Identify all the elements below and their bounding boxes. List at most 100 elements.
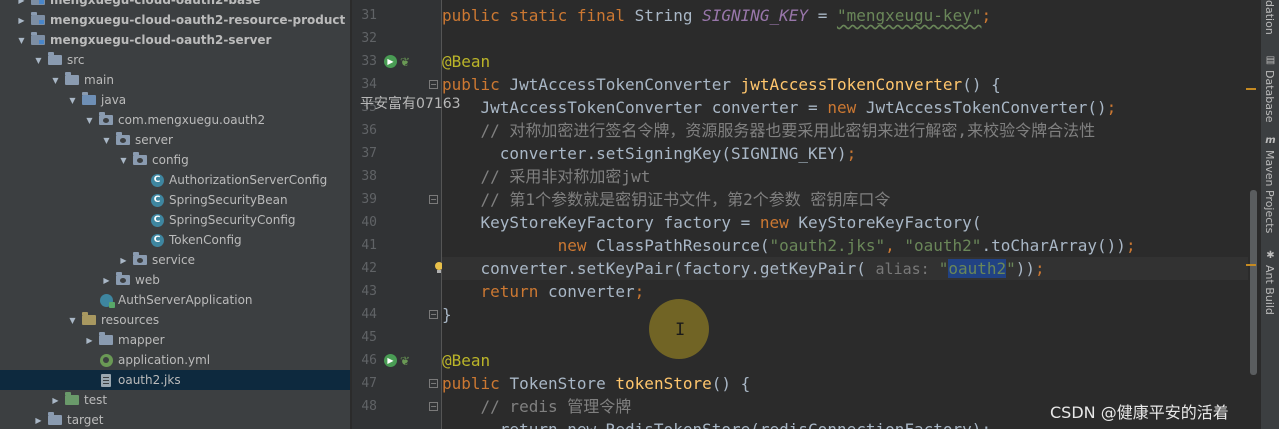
- collapse-arrow-icon[interactable]: ▶: [49, 396, 62, 405]
- tree-item[interactable]: oauth2.jks: [0, 370, 350, 390]
- package-folder-icon: [98, 112, 114, 127]
- tree-item[interactable]: C SpringSecurityConfig: [0, 210, 350, 230]
- run-gutter-icon[interactable]: ▶: [384, 55, 397, 68]
- code-line-38: // 采用非对称加密jwt: [442, 167, 651, 186]
- scrollbar-thumb[interactable]: [1250, 190, 1257, 375]
- collapse-arrow-icon[interactable]: ▶: [32, 416, 45, 425]
- maven-icon[interactable]: m: [1265, 135, 1276, 146]
- tree-item-label: AuthServerApplication: [118, 293, 253, 307]
- line-number: 42: [361, 261, 377, 276]
- editor-scrollbar[interactable]: [1248, 0, 1260, 429]
- tool-tab-maven[interactable]: Maven Projects: [1263, 150, 1276, 233]
- code-line-35: JwtAccessTokenConverter converter = new …: [442, 98, 1117, 117]
- source-folder-icon: [81, 92, 97, 107]
- tree-item-label: target: [67, 413, 104, 427]
- tree-item[interactable]: ▶ mapper: [0, 330, 350, 350]
- ant-icon[interactable]: ✱: [1265, 250, 1276, 261]
- database-icon[interactable]: ▤: [1265, 55, 1276, 66]
- project-tree: ▶ mengxuegu-cloud-oauth2-base ▶ mengxuegu-c…: [0, 0, 350, 429]
- bean-gutter-icons[interactable]: ▶ ❦: [384, 349, 410, 372]
- collapse-arrow-icon[interactable]: ▶: [83, 336, 96, 345]
- tree-item-label: resources: [101, 313, 160, 327]
- resources-folder-icon: [81, 312, 97, 327]
- text-selection: oauth2: [948, 259, 1007, 278]
- tree-item-label: mengxuegu-cloud-oauth2-server: [50, 33, 272, 47]
- run-gutter-icon[interactable]: ▶: [384, 354, 397, 367]
- collapse-arrow-icon[interactable]: ▶: [100, 276, 113, 285]
- tree-item[interactable]: ▼ resources: [0, 310, 350, 330]
- collapse-arrow-icon[interactable]: ▶: [117, 256, 130, 265]
- tree-item[interactable]: ▼ server: [0, 130, 350, 150]
- fold-expand-icon[interactable]: −: [429, 310, 438, 319]
- spring-bean-icon[interactable]: ❦: [400, 354, 410, 368]
- line-number: 37: [361, 146, 377, 161]
- collapse-arrow-icon[interactable]: ▶: [15, 16, 28, 25]
- code-line-36: // 对称加密进行签名令牌，资源服务器也要采用此密钥来进行解密,来校验令牌合法性: [442, 121, 1096, 140]
- spring-bean-icon[interactable]: ❦: [400, 55, 410, 69]
- expand-arrow-icon[interactable]: ▼: [66, 96, 79, 105]
- expand-arrow-icon[interactable]: ▼: [32, 56, 45, 65]
- folder-icon: [64, 72, 80, 87]
- folder-icon: [98, 332, 114, 347]
- code-line-44: }: [442, 305, 452, 324]
- line-number: 40: [361, 215, 377, 230]
- code-line-37: converter.setSigningKey(SIGNING_KEY);: [442, 144, 857, 163]
- code-line-39: // 第1个参数就是密钥证书文件，第2个参数 密钥库口令: [442, 190, 891, 209]
- expand-arrow-icon[interactable]: ▼: [117, 156, 130, 165]
- fold-collapse-icon[interactable]: −: [429, 379, 438, 388]
- expand-arrow-icon[interactable]: ▼: [49, 76, 62, 85]
- line-number: 48: [361, 399, 377, 414]
- tree-item-label: java: [101, 93, 127, 107]
- tree-item-label: application.yml: [118, 353, 211, 367]
- tree-item[interactable]: ▼ mengxuegu-cloud-oauth2-server: [0, 30, 350, 50]
- tree-item-label: com.mengxuegu.oauth2: [118, 113, 266, 127]
- tree-item-label: mengxuegu-cloud-oauth2-base: [50, 0, 261, 7]
- tree-item[interactable]: ▼ com.mengxuegu.oauth2: [0, 110, 350, 130]
- tree-item[interactable]: ▼ src: [0, 50, 350, 70]
- expand-arrow-icon[interactable]: ▼: [100, 136, 113, 145]
- tree-item[interactable]: ▼ java: [0, 90, 350, 110]
- tree-item[interactable]: ▶ mengxuegu-cloud-oauth2-base: [0, 0, 350, 10]
- fold-collapse-icon[interactable]: −: [429, 402, 438, 411]
- line-number: 38: [361, 169, 377, 184]
- tree-item[interactable]: ▶ web: [0, 270, 350, 290]
- code-line-34: public JwtAccessTokenConverter jwtAccess…: [442, 75, 1001, 94]
- tree-item[interactable]: application.yml: [0, 350, 350, 370]
- tree-item[interactable]: C AuthorizationServerConfig: [0, 170, 350, 190]
- code-line-48: // redis 管理令牌: [442, 397, 632, 416]
- tool-tab-database[interactable]: Database: [1263, 70, 1276, 123]
- code-line-47: public TokenStore tokenStore() {: [442, 374, 751, 393]
- package-folder-icon: [132, 252, 148, 267]
- code-line-46: @Bean: [442, 351, 491, 370]
- tree-item[interactable]: ▶ mengxuegu-cloud-oauth2-resource-product: [0, 10, 350, 30]
- tree-item[interactable]: ▶ target: [0, 410, 350, 429]
- expand-arrow-icon[interactable]: ▼: [15, 36, 28, 45]
- tree-item-label: SpringSecurityConfig: [169, 213, 296, 227]
- fold-collapse-icon[interactable]: −: [429, 80, 438, 89]
- tree-item-label: main: [84, 73, 114, 87]
- spring-boot-class-icon: [98, 293, 115, 308]
- tree-item[interactable]: ▶ service: [0, 250, 350, 270]
- tree-item[interactable]: AuthServerApplication: [0, 290, 350, 310]
- module-folder-icon: [30, 12, 46, 27]
- overlay-watermark: 平安富有07163: [360, 96, 461, 112]
- tree-item[interactable]: C SpringSecurityBean: [0, 190, 350, 210]
- tree-item[interactable]: ▼ main: [0, 70, 350, 90]
- code-editor[interactable]: public static final String SIGNING_KEY =…: [442, 0, 1248, 429]
- warning-stripe[interactable]: [1246, 264, 1256, 266]
- right-tool-window-bar: dation ▤ Database m Maven Projects ✱ Ant…: [1260, 0, 1279, 429]
- tool-tab-partial[interactable]: dation: [1263, 0, 1276, 35]
- tree-item[interactable]: C TokenConfig: [0, 230, 350, 250]
- tree-item-label: oauth2.jks: [118, 373, 181, 387]
- bean-gutter-icons[interactable]: ▶ ❦: [384, 50, 410, 73]
- expand-arrow-icon[interactable]: ▼: [66, 316, 79, 325]
- fold-collapse-icon[interactable]: −: [429, 195, 438, 204]
- tool-tab-ant-build[interactable]: Ant Build: [1263, 265, 1276, 315]
- line-number: 32: [361, 31, 377, 46]
- tree-item[interactable]: ▶ test: [0, 390, 350, 410]
- expand-arrow-icon[interactable]: ▼: [83, 116, 96, 125]
- warning-stripe[interactable]: [1246, 88, 1256, 90]
- collapse-arrow-icon[interactable]: ▶: [15, 0, 28, 5]
- line-number: 36: [361, 123, 377, 138]
- tree-item[interactable]: ▼ config: [0, 150, 350, 170]
